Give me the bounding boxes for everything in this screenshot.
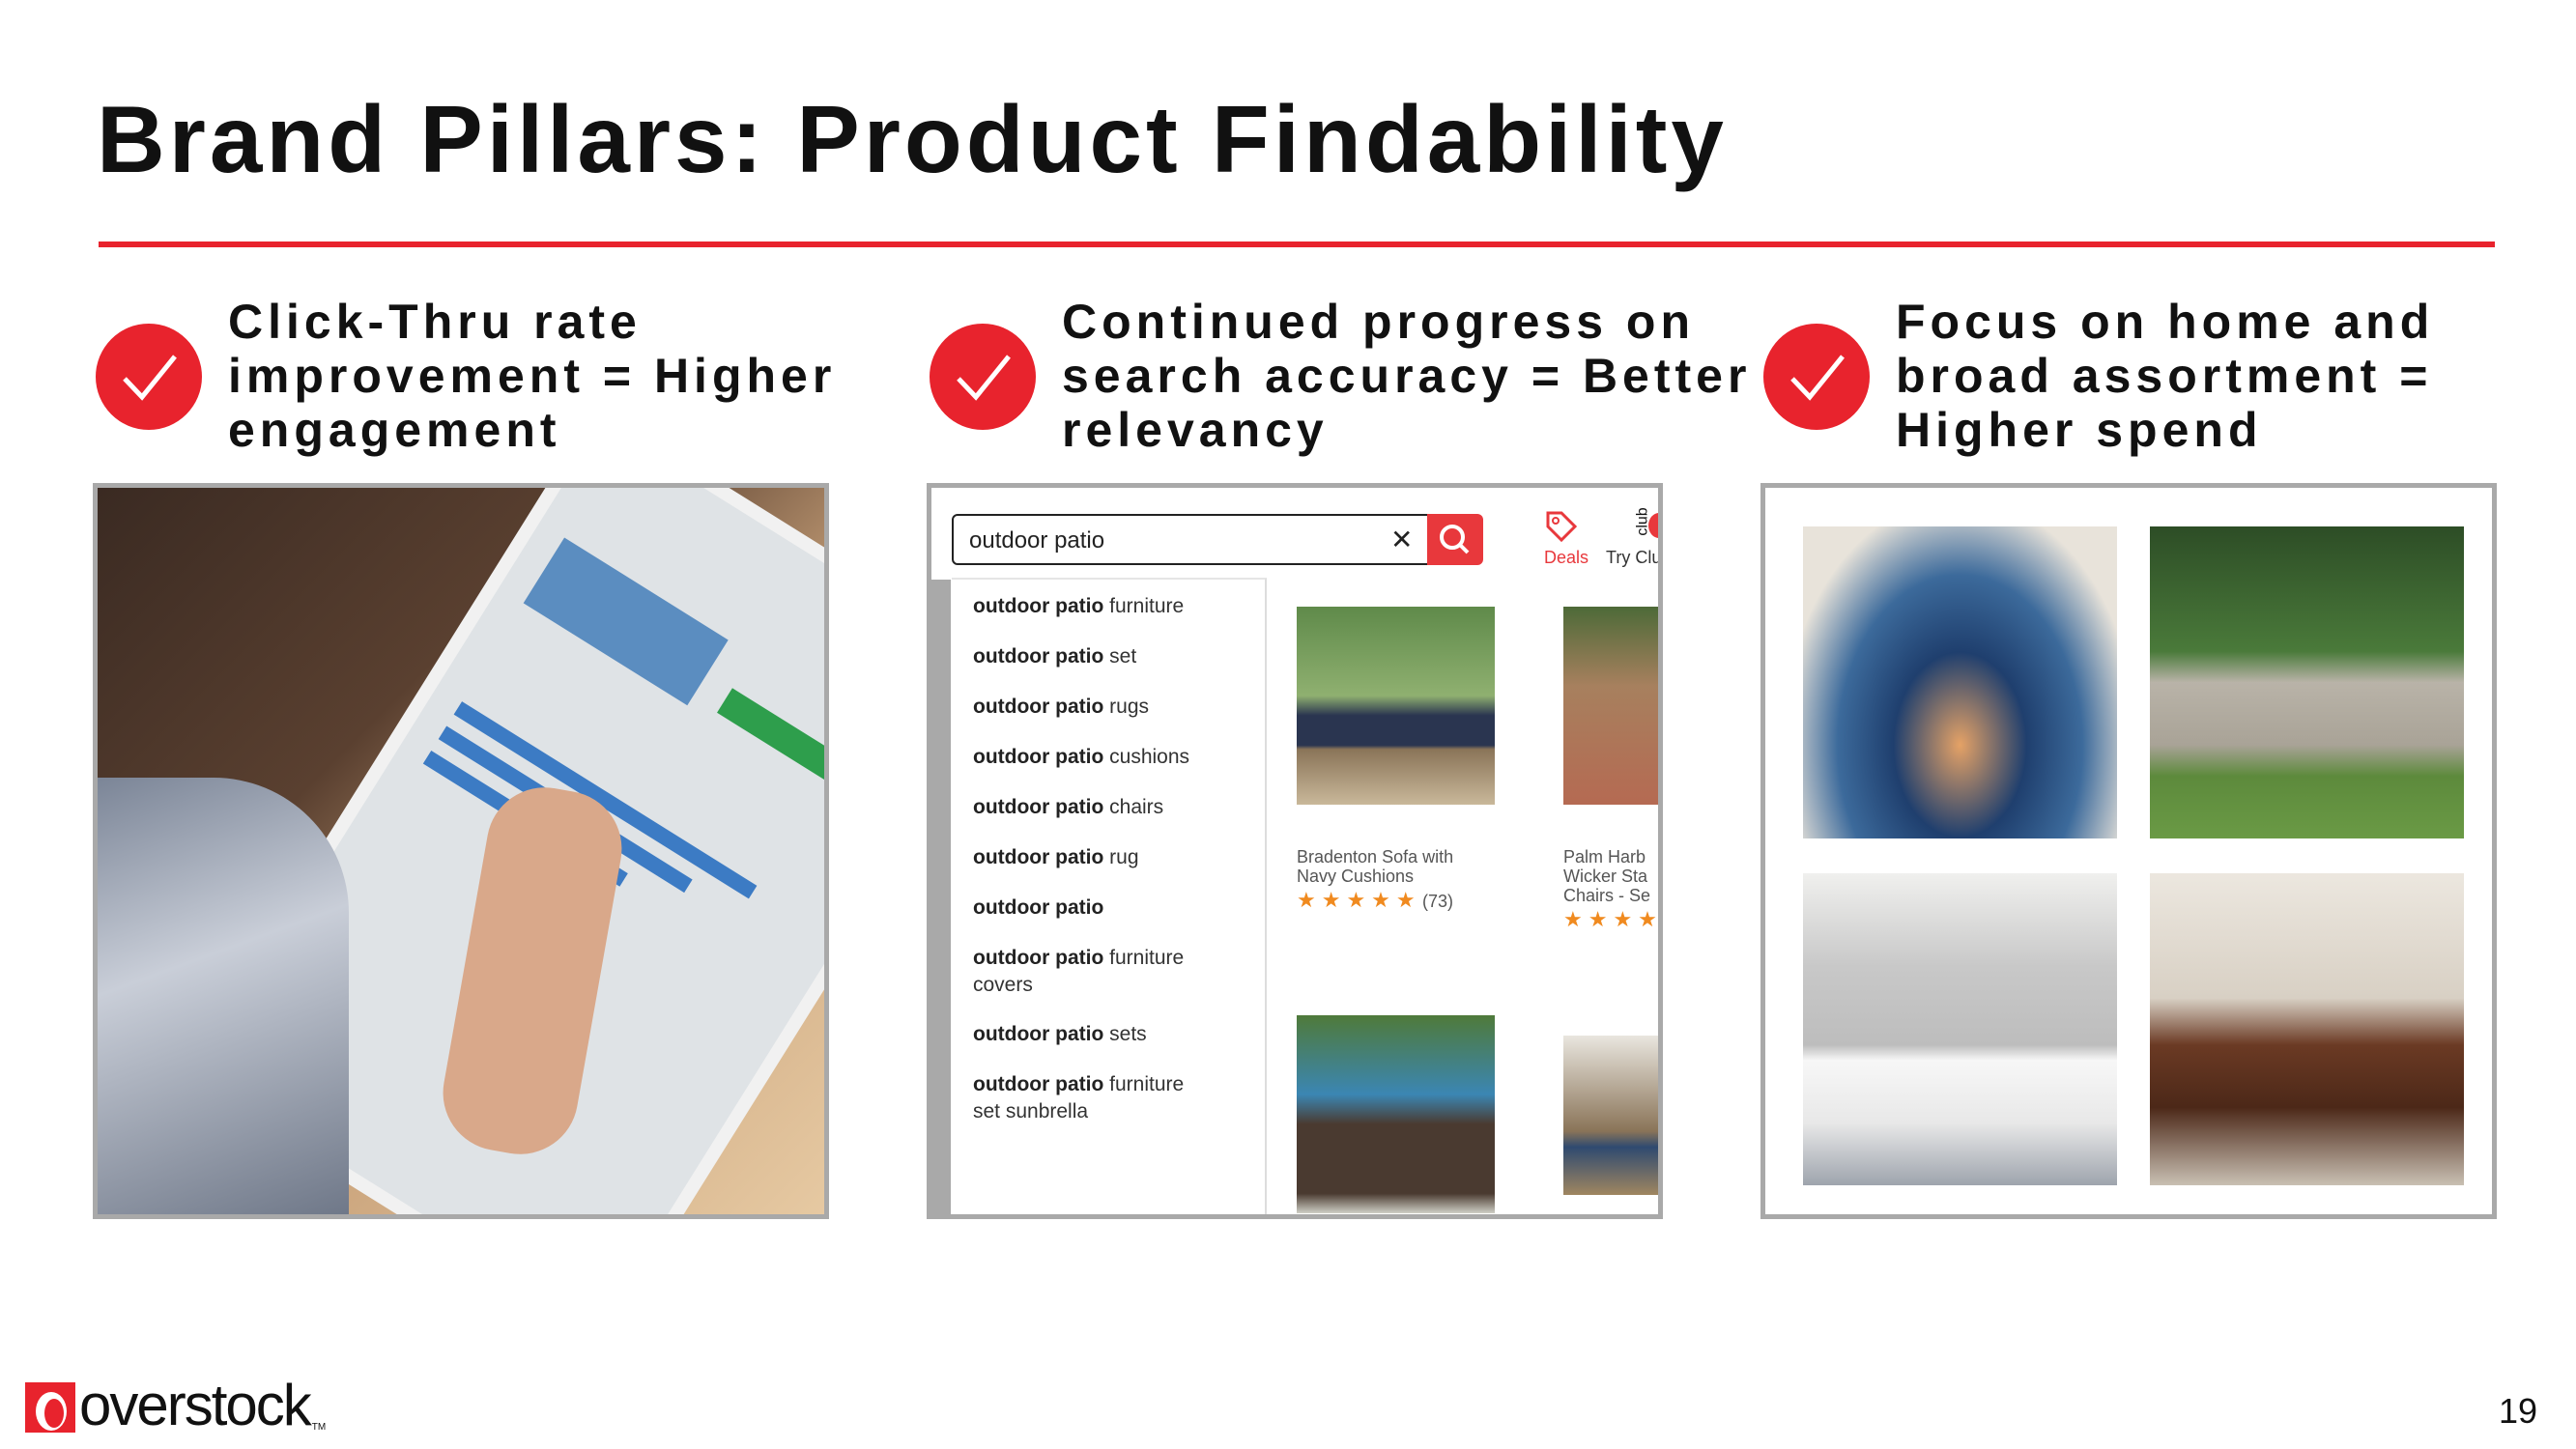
home-assortment-grid [1760,483,2497,1219]
suggestion-item[interactable]: outdoor patio furniture [973,593,1184,620]
suggestion-dropdown: outdoor patio furniture outdoor patio se… [952,578,1267,1214]
suggestion-item[interactable]: outdoor patio furniture set sunbrella [973,1071,1205,1125]
pillar-heading-2: Continued progress on search accuracy = B… [1062,295,1752,457]
check-icon [96,324,202,430]
product-image[interactable] [1563,607,1658,805]
title-divider [99,242,2495,247]
tablet-photo [93,483,829,1219]
suggestion-item[interactable]: outdoor patio rugs [973,694,1149,721]
bed-image [1803,873,2117,1185]
leather-sofa-image [2150,873,2464,1185]
search-button[interactable] [1427,514,1483,565]
suggestion-item[interactable]: outdoor patio [973,895,1103,922]
rating-stars: ★★★★ [1563,907,1663,931]
check-icon [1763,324,1870,430]
tag-icon [1546,511,1578,543]
product-title[interactable]: Palm Harb Wicker Sta Chairs - Se [1563,847,1650,905]
suggestion-item[interactable]: outdoor patio furniture covers [973,945,1205,999]
close-icon[interactable]: ✕ [1390,524,1413,555]
page-number: 19 [2498,1391,2537,1431]
person-shoulder [98,778,349,1214]
product-image[interactable] [1297,1015,1495,1213]
suggestion-item[interactable]: outdoor patio chairs [973,794,1163,821]
page-title: Brand Pillars: Product Findability [97,86,1728,192]
rating-stars: ★★★★★ [1297,888,1421,912]
search-icon [1440,525,1470,554]
suggestion-item[interactable]: outdoor patio rug [973,844,1139,871]
deals-link[interactable]: Deals [1523,509,1600,577]
suggestion-item[interactable]: outdoor patio set [973,643,1136,670]
overstock-logo-icon [25,1382,75,1433]
overstock-logo: overstock TM [25,1375,326,1435]
club-logo-icon [1648,513,1658,538]
suggestion-item[interactable]: outdoor patio sets [973,1021,1147,1048]
check-icon [930,324,1036,430]
search-screenshot: outdoor patio ✕ Deals club Try Clu outdo… [927,483,1663,1219]
suggestion-item[interactable]: outdoor patio cushions [973,744,1189,771]
pillar-heading-1: Click-Thru rate improvement = Higher engag… [228,295,837,457]
sectional-image [2150,526,2464,838]
try-club-link[interactable]: club Try Clu [1598,507,1658,577]
pillar-heading-3: Focus on home and broad assortment = Highe… [1896,295,2435,457]
search-input[interactable]: outdoor patio ✕ [952,514,1435,565]
product-image[interactable] [1297,607,1495,805]
review-count: (73) [1422,892,1454,911]
product-image[interactable] [1563,1036,1658,1195]
rug-image [1803,526,2117,838]
product-title[interactable]: Bradenton Sofa with Navy Cushions [1297,847,1453,886]
